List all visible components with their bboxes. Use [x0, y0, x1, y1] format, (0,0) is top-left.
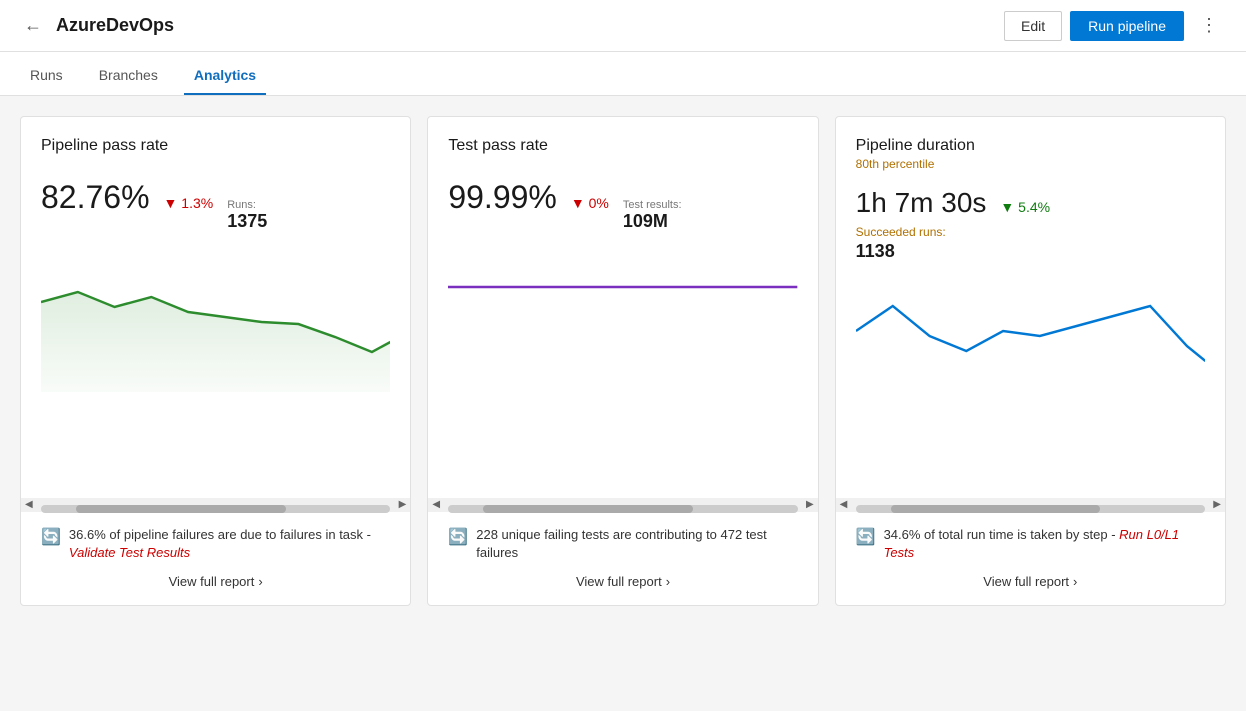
metric-value-test: 99.99% [448, 179, 557, 216]
secondary-value-test: 109M [623, 211, 668, 232]
more-button[interactable]: ⋮ [1192, 11, 1226, 40]
top-actions: Edit Run pipeline ⋮ [1004, 11, 1226, 41]
card-footer-test: 🔄 228 unique failing tests are contribut… [428, 512, 817, 605]
chart-test [448, 252, 797, 392]
scrollbar-duration[interactable]: ◀ ▶ [836, 498, 1225, 512]
secondary-label-test: Test results: [623, 199, 682, 211]
view-report-pipeline[interactable]: View full report › [41, 574, 390, 589]
metric-row-3: 1h 7m 30s ▼ 5.4% [856, 187, 1205, 219]
secondary-label-pipeline: Runs: [227, 199, 256, 211]
view-report-test[interactable]: View full report › [448, 574, 797, 589]
insight-icon-test: 🔄 [448, 527, 468, 549]
edit-button[interactable]: Edit [1004, 11, 1062, 41]
scrollbar-test[interactable]: ◀ ▶ [428, 498, 817, 512]
metric-change-duration: ▼ 5.4% [1000, 199, 1050, 215]
insight-test: 🔄 228 unique failing tests are contribut… [448, 526, 797, 562]
metric-value-pipeline: 82.76% [41, 179, 150, 216]
pipeline-pass-rate-card: Pipeline pass rate 82.76% ▼ 1.3% Runs: 1… [20, 116, 411, 606]
metric-row-1: 82.76% ▼ 1.3% Runs: 1375 [41, 179, 390, 232]
pipeline-duration-card: Pipeline duration 80th percentile 1h 7m … [835, 116, 1226, 606]
insight-pipeline: 🔄 36.6% of pipeline failures are due to … [41, 526, 390, 562]
top-bar: ← AzureDevOps Edit Run pipeline ⋮ [0, 0, 1246, 52]
insight-icon-duration: 🔄 [856, 527, 876, 549]
card-subtitle-duration: 80th percentile [856, 157, 1205, 171]
tab-branches[interactable]: Branches [89, 57, 168, 95]
card-title-pipeline-pass-rate: Pipeline pass rate [41, 137, 390, 155]
metric-row-2: 99.99% ▼ 0% Test results: 109M [448, 179, 797, 232]
chart-duration [856, 276, 1205, 416]
succeeded-value: 1138 [856, 241, 1205, 262]
run-pipeline-button[interactable]: Run pipeline [1070, 11, 1184, 41]
card-footer-duration: 🔄 34.6% of total run time is taken by st… [836, 512, 1225, 605]
card-footer-pipeline: 🔄 36.6% of pipeline failures are due to … [21, 512, 410, 605]
back-button[interactable]: ← [20, 11, 46, 40]
view-report-duration[interactable]: View full report › [856, 574, 1205, 589]
test-pass-rate-card: Test pass rate 99.99% ▼ 0% Test results:… [427, 116, 818, 606]
card-title-duration: Pipeline duration [856, 137, 1205, 155]
insight-icon-pipeline: 🔄 [41, 527, 61, 549]
secondary-value-pipeline: 1375 [227, 211, 267, 232]
tab-analytics[interactable]: Analytics [184, 57, 266, 95]
card-title-test-pass-rate: Test pass rate [448, 137, 797, 155]
tab-runs[interactable]: Runs [20, 57, 73, 95]
scrollbar-pipeline[interactable]: ◀ ▶ [21, 498, 410, 512]
chart-pipeline [41, 252, 390, 392]
succeeded-label: Succeeded runs: [856, 225, 1205, 239]
app-title: AzureDevOps [56, 15, 1004, 36]
main-content: Pipeline pass rate 82.76% ▼ 1.3% Runs: 1… [0, 96, 1246, 626]
metric-change-pipeline: ▼ 1.3% [164, 195, 214, 211]
metric-change-test: ▼ 0% [571, 195, 609, 211]
metric-value-duration: 1h 7m 30s [856, 187, 987, 219]
nav-tabs: Runs Branches Analytics [0, 52, 1246, 96]
insight-duration: 🔄 34.6% of total run time is taken by st… [856, 526, 1205, 562]
